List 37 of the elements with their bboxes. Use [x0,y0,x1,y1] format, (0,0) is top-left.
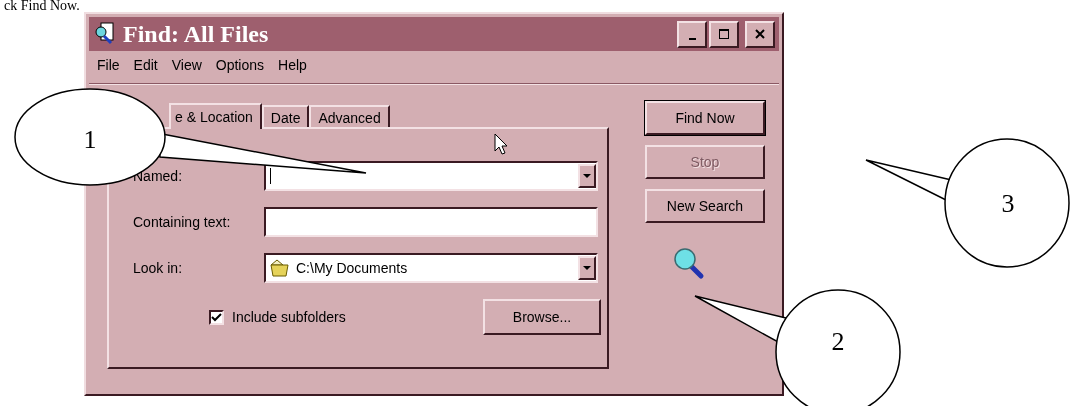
input-field[interactable] [264,207,598,237]
close-icon [754,28,766,40]
folder-icon [270,259,290,277]
minimize-icon [688,37,696,40]
menu-item[interactable]: Edit [133,57,158,73]
tab[interactable]: Date [261,105,310,127]
field-label: Containing text: [133,214,232,230]
dropdown-button[interactable] [578,164,596,188]
menu-item[interactable]: View [171,57,202,73]
menu-item[interactable]: Options [215,57,265,73]
dropdown-button[interactable] [578,256,596,280]
maximize-button[interactable] [709,20,739,48]
caret-icon [583,173,591,179]
action-button[interactable]: Find Now [645,101,765,135]
tab[interactable]: Advanced [309,105,390,127]
checkbox-label: Include subfolders [232,309,346,325]
menu-item[interactable]: Help [278,57,307,73]
callout-number: 1 [83,125,97,154]
tab[interactable]: e & Location [169,103,262,129]
input-field[interactable]: C:\My Documents [264,253,598,283]
browse-button[interactable]: Browse... [483,299,601,335]
checkbox[interactable] [209,309,224,325]
document-text: ck Find Now. [3,0,81,12]
callout-number: 3 [1001,189,1015,218]
callout-number: 2 [831,327,845,356]
text-cursor [270,168,271,184]
action-button[interactable]: New Search [645,189,765,223]
caret-icon [583,265,591,271]
magnifier-document-icon [93,22,117,46]
window-title: Find: All Files [123,20,270,48]
close-button[interactable] [745,20,775,48]
field-label: Look in: [133,260,184,276]
menu-item[interactable]: File [97,57,120,73]
minimize-button[interactable] [677,20,707,48]
maximize-icon [718,28,730,40]
mouse-pointer-icon [494,133,510,157]
field-value: C:\My Documents [296,260,408,276]
